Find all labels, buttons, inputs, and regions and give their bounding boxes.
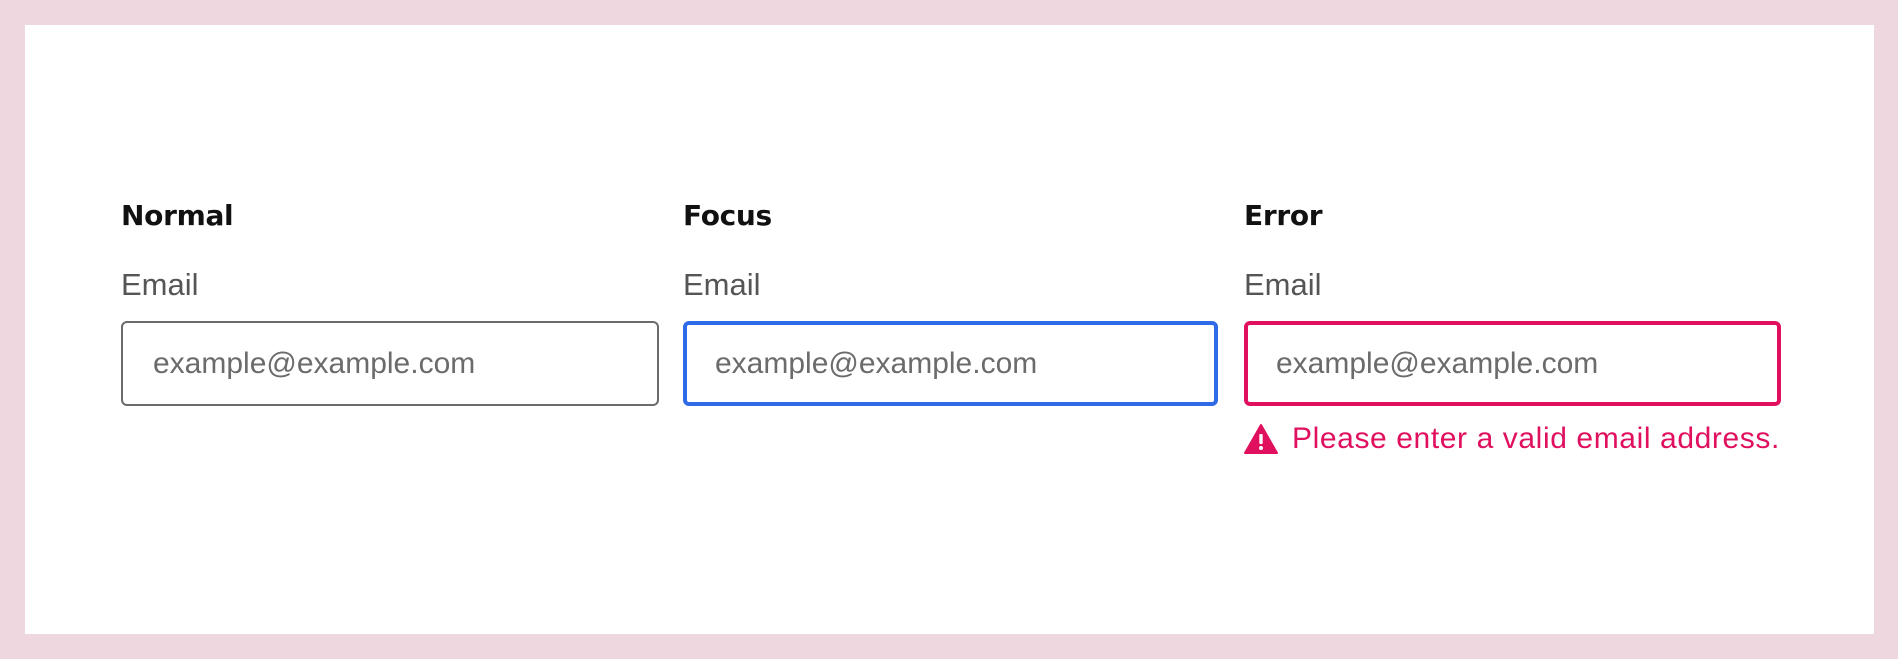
focus-state-title: Focus [683,199,772,232]
normal-email-input[interactable] [121,321,659,406]
focus-email-label: Email [683,267,761,302]
error-message: Please enter a valid email address. [1292,422,1780,455]
error-email-input[interactable] [1244,321,1781,406]
warning-triangle-icon [1244,423,1278,455]
error-email-label: Email [1244,267,1322,302]
focus-email-input[interactable] [683,321,1218,406]
error-message-row: Please enter a valid email address. [1244,423,1780,455]
error-state-title: Error [1244,199,1323,232]
normal-state-title: Normal [121,199,234,232]
normal-email-label: Email [121,267,199,302]
demo-panel: Normal Email Focus Email Error Email Ple… [25,25,1874,634]
